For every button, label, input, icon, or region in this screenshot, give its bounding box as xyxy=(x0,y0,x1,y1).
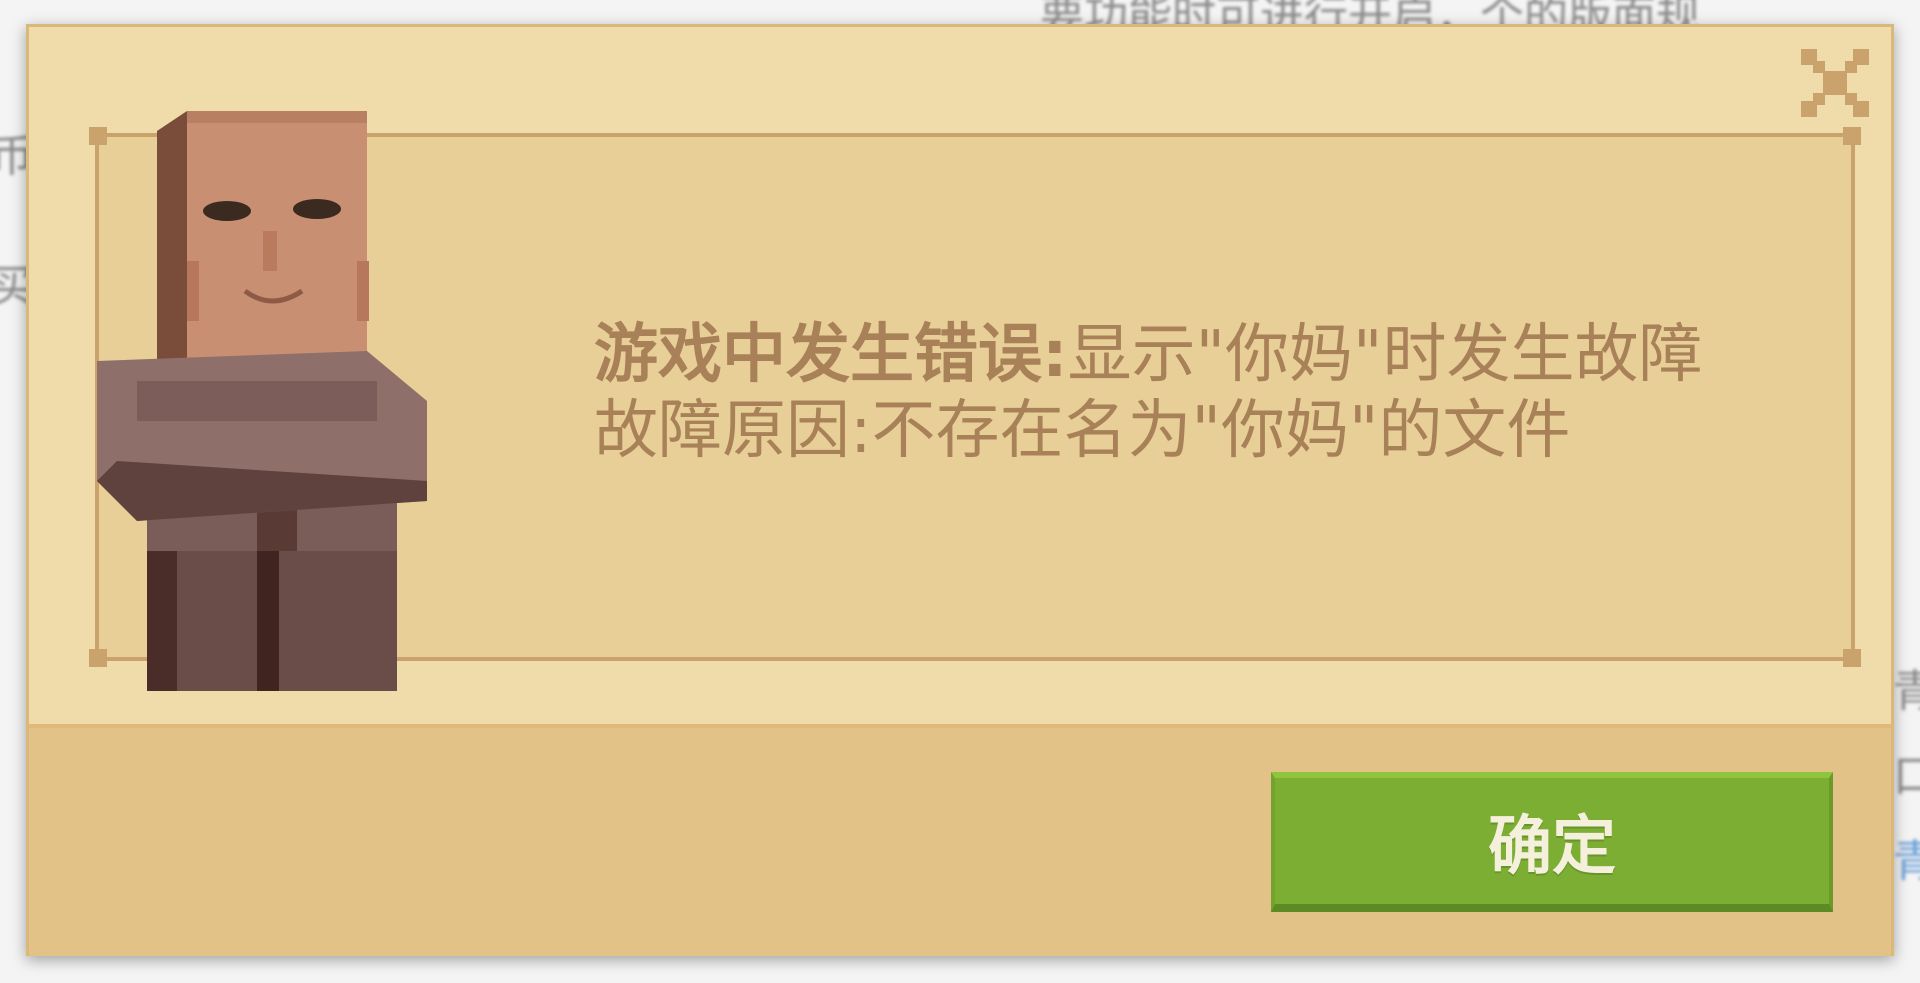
background-text: 口 xyxy=(1893,751,1920,802)
background-text: 青 xyxy=(1893,666,1920,717)
error-title: 游戏中发生错误: xyxy=(594,318,1068,392)
villager-avatar-icon xyxy=(77,101,507,691)
error-detail: 显示"你妈"时发生故障 xyxy=(1067,318,1703,392)
corner-ornament xyxy=(1831,637,1865,671)
error-dialog: 游戏中发生错误:显示"你妈"时发生故障 故障原因:不存在名为"你妈"的文件 确定 xyxy=(26,24,1894,956)
close-icon[interactable] xyxy=(1797,45,1873,121)
error-message-line-2: 故障原因:不存在名为"你妈"的文件 xyxy=(594,394,1571,468)
error-message-line-1: 游戏中发生错误:显示"你妈"时发生故障 xyxy=(594,317,1702,393)
confirm-button[interactable]: 确定 xyxy=(1271,772,1833,912)
error-message: 游戏中发生错误:显示"你妈"时发生故障 故障原因:不存在名为"你妈"的文件 xyxy=(594,317,1702,469)
background-text: 青 xyxy=(1893,836,1920,887)
corner-ornament xyxy=(1831,123,1865,157)
